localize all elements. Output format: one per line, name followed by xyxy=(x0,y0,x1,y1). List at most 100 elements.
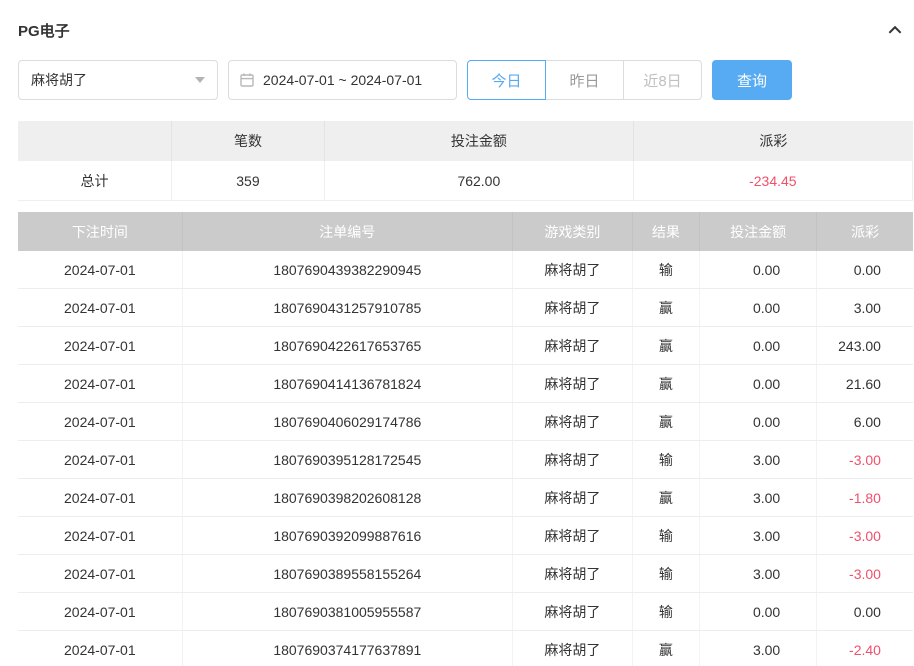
bet-amount-cell: 3.00 xyxy=(700,517,817,554)
order-id-cell: 1807690431257910785 xyxy=(183,289,513,326)
game-type-cell: 麻将胡了 xyxy=(513,327,633,364)
result-cell: 赢 xyxy=(633,479,700,516)
game-type-cell: 麻将胡了 xyxy=(513,631,633,666)
bet-amount-cell: 3.00 xyxy=(700,555,817,592)
calendar-icon xyxy=(239,72,255,88)
summary-bet-amount-value: 762.00 xyxy=(325,161,634,201)
quick-btn-last8days[interactable]: 近8日 xyxy=(623,60,702,100)
result-cell: 赢 xyxy=(633,289,700,326)
table-row: 2024-07-01 1807690422617653765 麻将胡了 赢 0.… xyxy=(18,327,913,365)
bet-time-cell: 2024-07-01 xyxy=(18,365,183,402)
summary-header-payout: 派彩 xyxy=(634,121,913,161)
header-game-type: 游戏类别 xyxy=(513,212,633,251)
result-cell: 赢 xyxy=(633,327,700,364)
summary-header-blank xyxy=(18,121,172,161)
header-order-id: 注单编号 xyxy=(183,212,513,251)
header-bet-time: 下注时间 xyxy=(18,212,183,251)
game-type-cell: 麻将胡了 xyxy=(513,251,633,288)
bet-table: 下注时间 注单编号 游戏类别 结果 投注金额 派彩 2024-07-01 180… xyxy=(18,212,913,666)
order-id-cell: 1807690406029174786 xyxy=(183,403,513,440)
bet-time-cell: 2024-07-01 xyxy=(18,479,183,516)
order-id-cell: 1807690395128172545 xyxy=(183,441,513,478)
table-row: 2024-07-01 1807690395128172545 麻将胡了 输 3.… xyxy=(18,441,913,479)
game-select-value: 麻将胡了 xyxy=(31,70,87,90)
bet-amount-cell: 3.00 xyxy=(700,479,817,516)
bet-amount-cell: 0.00 xyxy=(700,251,817,288)
payout-cell: 3.00 xyxy=(817,289,913,326)
table-row: 2024-07-01 1807690431257910785 麻将胡了 赢 0.… xyxy=(18,289,913,327)
result-cell: 输 xyxy=(633,555,700,592)
game-type-cell: 麻将胡了 xyxy=(513,403,633,440)
game-type-cell: 麻将胡了 xyxy=(513,479,633,516)
summary-table: 笔数 投注金额 派彩 总计 359 762.00 -234.45 xyxy=(18,121,913,201)
bet-amount-cell: 0.00 xyxy=(700,365,817,402)
payout-cell: -3.00 xyxy=(817,517,913,554)
date-range-input[interactable]: 2024-07-01 ~ 2024-07-01 xyxy=(228,60,457,100)
order-id-cell: 1807690392099887616 xyxy=(183,517,513,554)
summary-total-label: 总计 xyxy=(18,161,172,201)
payout-cell: 0.00 xyxy=(817,593,913,630)
payout-cell: -1.80 xyxy=(817,479,913,516)
bet-time-cell: 2024-07-01 xyxy=(18,517,183,554)
header-payout: 派彩 xyxy=(817,212,913,251)
header-bet-amount: 投注金额 xyxy=(700,212,817,251)
game-type-cell: 麻将胡了 xyxy=(513,517,633,554)
payout-cell: 0.00 xyxy=(817,251,913,288)
summary-header-bet-amount: 投注金额 xyxy=(325,121,634,161)
payout-cell: -3.00 xyxy=(817,441,913,478)
game-select[interactable]: 麻将胡了 xyxy=(18,60,218,100)
bet-time-cell: 2024-07-01 xyxy=(18,289,183,326)
summary-header-row: 笔数 投注金额 派彩 xyxy=(18,121,913,161)
panel-header: PG电子 xyxy=(18,16,912,44)
quick-btn-today[interactable]: 今日 xyxy=(467,60,546,100)
summary-total-row: 总计 359 762.00 -234.45 xyxy=(18,161,913,201)
bet-table-body: 2024-07-01 1807690439382290945 麻将胡了 输 0.… xyxy=(18,251,913,666)
bet-amount-cell: 3.00 xyxy=(700,631,817,666)
bet-amount-cell: 0.00 xyxy=(700,403,817,440)
date-range-value: 2024-07-01 ~ 2024-07-01 xyxy=(263,72,422,88)
game-type-cell: 麻将胡了 xyxy=(513,289,633,326)
order-id-cell: 1807690398202608128 xyxy=(183,479,513,516)
order-id-cell: 1807690374177637891 xyxy=(183,631,513,666)
result-cell: 输 xyxy=(633,441,700,478)
result-cell: 输 xyxy=(633,517,700,554)
table-row: 2024-07-01 1807690374177637891 麻将胡了 赢 3.… xyxy=(18,631,913,666)
bet-amount-cell: 0.00 xyxy=(700,593,817,630)
bet-time-cell: 2024-07-01 xyxy=(18,327,183,364)
game-type-cell: 麻将胡了 xyxy=(513,593,633,630)
order-id-cell: 1807690414136781824 xyxy=(183,365,513,402)
bet-time-cell: 2024-07-01 xyxy=(18,403,183,440)
chevron-up-icon[interactable] xyxy=(886,21,904,39)
game-type-cell: 麻将胡了 xyxy=(513,441,633,478)
bet-time-cell: 2024-07-01 xyxy=(18,593,183,630)
summary-payout-value: -234.45 xyxy=(634,161,913,201)
bet-records-panel: PG电子 麻将胡了 2024-07-01 ~ 2024-07-01 今日 昨日 xyxy=(0,0,914,666)
game-type-cell: 麻将胡了 xyxy=(513,365,633,402)
table-row: 2024-07-01 1807690398202608128 麻将胡了 赢 3.… xyxy=(18,479,913,517)
chevron-down-icon xyxy=(195,77,205,83)
table-row: 2024-07-01 1807690392099887616 麻将胡了 输 3.… xyxy=(18,517,913,555)
bet-amount-cell: 0.00 xyxy=(700,327,817,364)
bet-table-header: 下注时间 注单编号 游戏类别 结果 投注金额 派彩 xyxy=(18,212,913,251)
filter-bar: 麻将胡了 2024-07-01 ~ 2024-07-01 今日 昨日 近8日 查… xyxy=(18,60,912,100)
search-button[interactable]: 查询 xyxy=(712,60,792,100)
table-row: 2024-07-01 1807690414136781824 麻将胡了 赢 0.… xyxy=(18,365,913,403)
bet-time-cell: 2024-07-01 xyxy=(18,441,183,478)
result-cell: 赢 xyxy=(633,403,700,440)
bet-time-cell: 2024-07-01 xyxy=(18,251,183,288)
order-id-cell: 1807690389558155264 xyxy=(183,555,513,592)
table-row: 2024-07-01 1807690389558155264 麻将胡了 输 3.… xyxy=(18,555,913,593)
bet-time-cell: 2024-07-01 xyxy=(18,631,183,666)
payout-cell: 21.60 xyxy=(817,365,913,402)
quick-btn-yesterday[interactable]: 昨日 xyxy=(545,60,624,100)
result-cell: 输 xyxy=(633,251,700,288)
table-row: 2024-07-01 1807690439382290945 麻将胡了 输 0.… xyxy=(18,251,913,289)
order-id-cell: 1807690422617653765 xyxy=(183,327,513,364)
result-cell: 输 xyxy=(633,593,700,630)
header-result: 结果 xyxy=(633,212,700,251)
game-type-cell: 麻将胡了 xyxy=(513,555,633,592)
order-id-cell: 1807690381005955587 xyxy=(183,593,513,630)
bet-time-cell: 2024-07-01 xyxy=(18,555,183,592)
table-row: 2024-07-01 1807690406029174786 麻将胡了 赢 0.… xyxy=(18,403,913,441)
payout-cell: -3.00 xyxy=(817,555,913,592)
